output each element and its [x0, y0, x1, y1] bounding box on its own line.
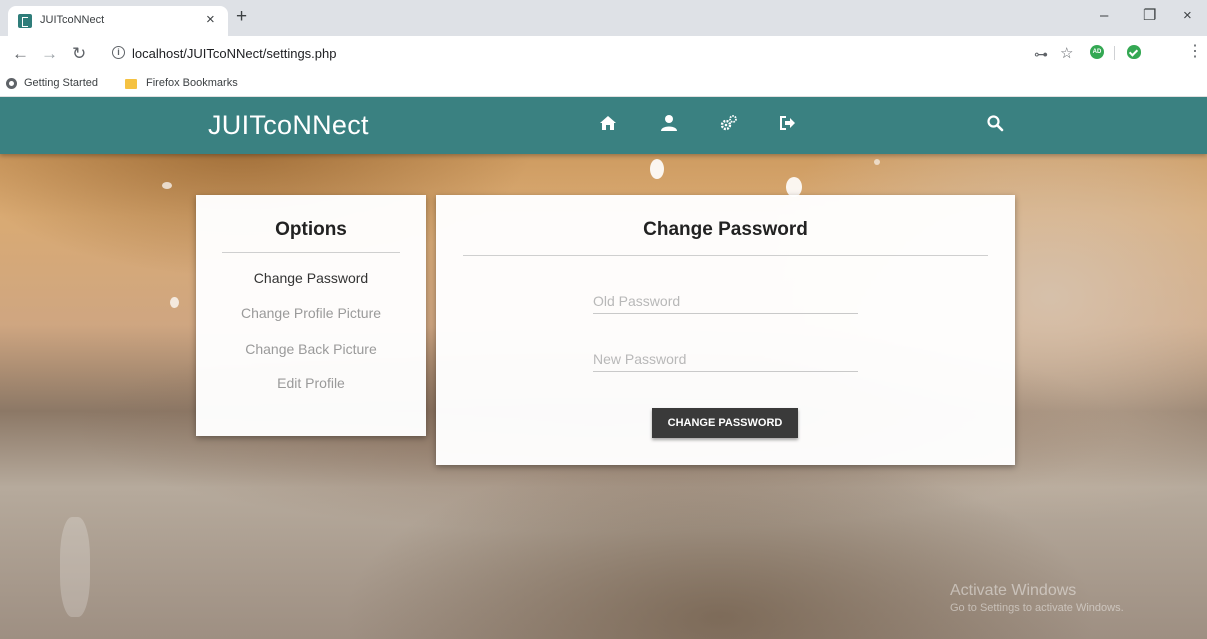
background-spot: [874, 159, 880, 165]
background-spot: [162, 182, 172, 189]
folder-icon: [125, 79, 137, 89]
background-spot: [786, 177, 802, 197]
divider: [222, 252, 400, 253]
tab-close-icon[interactable]: ×: [206, 11, 215, 29]
page-background: JUITcoNNect Options Change Password Chan…: [0, 97, 1207, 639]
getting-started-icon: [6, 78, 17, 89]
site-favicon-icon: [18, 14, 32, 28]
site-brand[interactable]: JUITcoNNect: [208, 110, 369, 141]
settings-icon[interactable]: [720, 114, 744, 138]
star-icon[interactable]: ☆: [1060, 45, 1073, 63]
option-change-back-picture[interactable]: Change Back Picture: [196, 341, 426, 357]
background-spot: [60, 517, 90, 617]
tab-title: JUITcoNNect: [40, 14, 105, 26]
change-password-button[interactable]: CHANGE PASSWORD: [652, 408, 798, 438]
change-password-panel: Change Password CHANGE PASSWORD: [436, 195, 1015, 465]
minimize-icon[interactable]: –: [1100, 7, 1108, 25]
watermark-title: Activate Windows: [950, 582, 1077, 599]
option-change-password[interactable]: Change Password: [196, 270, 426, 286]
logout-icon[interactable]: [779, 114, 803, 138]
home-icon[interactable]: [599, 114, 623, 138]
old-password-field[interactable]: [593, 289, 858, 314]
browser-toolbar: ← → ↻ i localhost/JUITcoNNect/settings.p…: [0, 36, 1207, 72]
new-password-field[interactable]: [593, 347, 858, 372]
toolbar-divider: [1114, 46, 1115, 60]
info-icon[interactable]: i: [112, 46, 125, 59]
reload-icon[interactable]: ↻: [72, 44, 86, 64]
tab-strip: JUITcoNNect × + – ❐ ×: [0, 0, 1207, 36]
option-change-profile-picture[interactable]: Change Profile Picture: [196, 305, 426, 321]
url-text[interactable]: localhost/JUITcoNNect/settings.php: [132, 46, 336, 61]
key-icon[interactable]: ⊶: [1034, 45, 1048, 63]
back-arrow-icon[interactable]: ←: [12, 44, 29, 64]
bookmarks-bar: Getting Started Firefox Bookmarks: [0, 72, 1207, 97]
user-icon[interactable]: [660, 114, 684, 138]
change-password-title: Change Password: [643, 219, 808, 240]
windows-activation-watermark: Activate Windows Go to Settings to activ…: [950, 582, 1124, 614]
new-tab-button[interactable]: +: [236, 7, 247, 27]
background-spot: [650, 159, 664, 179]
browser-menu-icon[interactable]: ⋮: [1187, 44, 1203, 60]
background-spot: [170, 297, 179, 308]
divider: [463, 255, 988, 256]
extension-ad-icon[interactable]: AD: [1090, 45, 1104, 59]
address-bar[interactable]: i localhost/JUITcoNNect/settings.php: [100, 41, 1000, 67]
restore-icon[interactable]: ❐: [1143, 7, 1156, 25]
bookmark-firefox-bookmarks[interactable]: Firefox Bookmarks: [146, 77, 238, 89]
forward-arrow-icon[interactable]: →: [41, 44, 58, 64]
search-icon[interactable]: [986, 114, 1010, 138]
browser-tab[interactable]: JUITcoNNect ×: [8, 6, 228, 36]
watermark-subtitle: Go to Settings to activate Windows.: [950, 602, 1124, 614]
shield-extension-icon[interactable]: [1127, 45, 1141, 59]
site-navbar: JUITcoNNect: [0, 97, 1207, 154]
options-title: Options: [275, 219, 347, 240]
option-edit-profile[interactable]: Edit Profile: [196, 375, 426, 391]
close-window-icon[interactable]: ×: [1183, 7, 1192, 25]
bookmark-getting-started[interactable]: Getting Started: [24, 77, 98, 89]
options-panel: Options Change Password Change Profile P…: [196, 195, 426, 436]
